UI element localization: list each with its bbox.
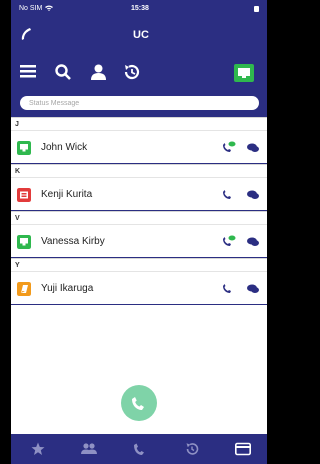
contact-name: Kenji Kurita [41,189,93,200]
section-header-v: V [11,211,267,224]
contact-list: J John Wick K Kenji Kurita V Vanessa Kir… [11,117,267,305]
busy-avatar-icon [17,188,31,202]
dial-button[interactable] [121,385,157,421]
contact-name: John Wick [41,142,88,153]
top-bar: No SIM 15:38 UC [11,0,267,117]
contact-row[interactable]: John Wick [11,130,267,164]
search-icon[interactable] [55,64,71,80]
status-message-input[interactable] [20,96,259,110]
phone-screen: No SIM 15:38 UC Status Message J John Wi… [11,0,267,464]
carrier-label: No SIM [19,5,43,12]
chat-icon[interactable] [247,237,259,247]
handset-icon [21,28,31,40]
call-with-chat-icon[interactable] [222,235,236,247]
chat-icon[interactable] [247,284,259,294]
person-icon[interactable] [91,64,106,80]
card-icon[interactable] [235,442,251,456]
wifi-icon [45,5,53,11]
phone-icon[interactable] [133,442,147,456]
contact-name: Yuji Ikaruga [41,283,94,294]
bottom-nav [11,434,267,464]
star-icon[interactable] [31,442,45,456]
history-icon[interactable] [185,442,199,456]
call-icon[interactable] [222,188,236,200]
chat-icon[interactable] [247,190,259,200]
contact-name: Vanessa Kirby [41,236,105,247]
chat-icon[interactable] [247,143,259,153]
contact-row[interactable]: Yuji Ikaruga [11,271,267,305]
monitor-avatar-icon [17,141,31,155]
monitor-avatar-icon [17,235,31,249]
contact-row[interactable]: Vanessa Kirby [11,224,267,258]
clock: 15:38 [131,5,149,12]
away-avatar-icon [17,282,31,296]
group-icon[interactable] [81,442,97,456]
section-header-k: K [11,164,267,177]
page-title: UC [133,29,149,41]
contact-row[interactable]: Kenji Kurita [11,177,267,211]
presence-monitor-icon[interactable] [234,64,254,82]
call-icon[interactable] [222,282,236,294]
section-header-y: Y [11,258,267,271]
section-header-j: J [11,117,267,130]
battery-icon [254,6,259,12]
history-icon[interactable] [123,64,141,80]
toolbar [11,60,267,88]
menu-icon[interactable] [20,64,36,78]
call-with-chat-icon[interactable] [222,141,236,153]
status-bar: No SIM 15:38 [11,3,267,17]
title-bar: UC [11,26,267,46]
phone-icon [132,397,144,410]
